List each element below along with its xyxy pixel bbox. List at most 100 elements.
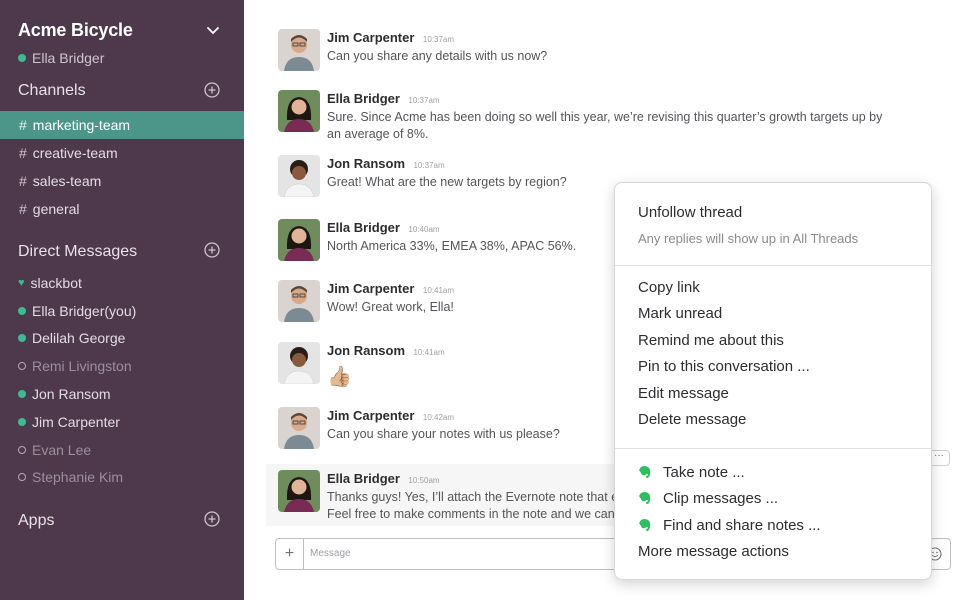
menu-mark-unread[interactable]: Mark unread [638,305,722,322]
message-body: Ella Bridger 10:37am Sure. Since Acme ha… [327,90,887,143]
channel-item-sales-team[interactable]: # sales-team [0,167,244,195]
message-author[interactable]: Ella Bridger [327,220,400,235]
message-timestamp[interactable]: 10:41am [423,286,454,295]
team-name[interactable]: Acme Bicycle [18,20,133,41]
message-actions-menu: Unfollow thread Any replies will show up… [614,182,932,580]
avatar[interactable] [278,29,320,71]
hash-icon: # [19,201,27,217]
add-app-icon[interactable] [204,511,220,527]
menu-unfollow-thread[interactable]: Unfollow thread [638,204,742,221]
direct-messages-section-title[interactable]: Direct Messages [18,243,137,261]
avatar[interactable] [278,155,320,197]
channel-label: sales-team [32,173,102,189]
menu-copy-link[interactable]: Copy link [638,279,700,296]
channel-item-marketing-team[interactable]: # marketing-team [0,111,244,139]
channel-label: general [32,201,80,217]
avatar[interactable] [278,407,320,449]
channel-item-general[interactable]: # general [0,195,244,223]
menu-clip-messages[interactable]: Clip messages ... [663,490,778,507]
app-window: Acme Bicycle Ella Bridger Channels # mar… [0,0,960,600]
current-user-name: Ella Bridger [32,50,105,66]
message-timestamp[interactable]: 10:37am [413,161,444,170]
menu-remind-me[interactable]: Remind me about this [638,332,784,349]
plus-icon[interactable]: + [276,539,304,569]
message-item[interactable]: Ella Bridger 10:37am Sure. Since Acme ha… [266,90,916,142]
dm-label: Evan Lee [32,441,92,458]
hash-icon: # [19,145,27,161]
message-author[interactable]: Jon Ransom [327,343,405,358]
presence-online-icon [18,54,26,62]
apps-section-title[interactable]: Apps [18,512,54,530]
message-author[interactable]: Jon Ransom [327,156,405,171]
avatar[interactable] [278,342,320,384]
dm-label: Delilah George [32,330,126,347]
presence-online-icon [18,306,26,315]
menu-take-note[interactable]: Take note ... [663,464,745,481]
menu-divider [615,265,931,266]
message-author[interactable]: Jim Carpenter [327,281,414,296]
presence-away-icon [18,362,26,371]
dm-label: Remi Livingston [32,358,132,375]
hash-icon: # [19,173,27,189]
presence-online-icon [18,334,26,343]
message-body: Jim Carpenter 10:37am Can you share any … [327,29,887,65]
message-text: Sure. Since Acme has been doing so well … [327,110,883,141]
dm-label: Jim Carpenter [32,413,120,430]
dm-item-stephanie-kim[interactable]: Stephanie Kim [0,464,244,492]
message-item[interactable]: Jim Carpenter 10:37am Can you share any … [266,29,916,77]
hash-icon: # [19,117,27,133]
presence-online-icon [18,390,26,399]
dm-item-remi-livingston[interactable]: Remi Livingston [0,352,244,380]
message-input[interactable]: Message [310,548,351,559]
add-channel-icon[interactable] [204,82,220,98]
message-author[interactable]: Ella Bridger [327,91,400,106]
message-text: Can you share any details with us now? [327,49,548,63]
dm-label: Stephanie Kim [32,469,124,486]
team-header[interactable]: Acme Bicycle Ella Bridger [18,20,228,68]
dm-item-jim-carpenter[interactable]: Jim Carpenter [0,408,244,436]
message-author[interactable]: Jim Carpenter [327,30,414,45]
message-timestamp[interactable]: 10:41am [413,348,444,357]
message-timestamp[interactable]: 10:42am [423,413,454,422]
avatar[interactable] [278,280,320,322]
avatar[interactable] [278,219,320,261]
dm-item-evan-lee[interactable]: Evan Lee [0,436,244,464]
evernote-icon [639,519,651,532]
dm-item-slackbot[interactable]: ♥ slackbot [0,269,244,297]
menu-delete-message[interactable]: Delete message [638,411,746,428]
avatar[interactable] [278,90,320,132]
message-timestamp[interactable]: 10:37am [408,96,439,105]
evernote-icon [639,466,651,479]
add-direct-message-icon[interactable] [204,242,220,258]
sidebar: Acme Bicycle Ella Bridger Channels # mar… [0,0,244,600]
menu-pin-to-conversation[interactable]: Pin to this conversation ... [638,358,810,375]
menu-more-message-actions[interactable]: More message actions [638,543,789,560]
menu-find-and-share-notes[interactable]: Find and share notes ... [663,517,821,534]
message-author[interactable]: Ella Bridger [327,471,400,486]
dm-label: Jon Ransom [32,386,111,403]
menu-unfollow-description: Any replies will show up in All Threads [638,231,859,246]
channel-item-creative-team[interactable]: # creative-team [0,139,244,167]
dm-label: Ella Bridger(you) [32,302,137,319]
menu-edit-message[interactable]: Edit message [638,385,729,402]
dm-label: slackbot [30,274,82,291]
avatar[interactable] [278,470,320,512]
message-timestamp[interactable]: 10:37am [423,35,454,44]
chevron-down-icon[interactable] [206,24,220,38]
message-timestamp[interactable]: 10:50am [408,476,439,485]
presence-online-icon [18,417,26,426]
channels-section-title[interactable]: Channels [18,82,86,100]
presence-away-icon [18,473,26,482]
message-author[interactable]: Jim Carpenter [327,408,414,423]
dm-item-delilah-george[interactable]: Delilah George [0,325,244,353]
channel-label: creative-team [32,145,118,161]
menu-divider [615,448,931,449]
channel-label: marketing-team [32,117,131,133]
current-user: Ella Bridger [18,50,104,66]
dm-item-ella-bridger[interactable]: Ella Bridger(you) [0,297,244,325]
direct-message-list: ♥ slackbot Ella Bridger(you) Delilah Geo… [0,269,244,491]
message-timestamp[interactable]: 10:40am [408,225,439,234]
dm-item-jon-ransom[interactable]: Jon Ransom [0,380,244,408]
channel-list: # marketing-team # creative-team # sales… [0,111,244,223]
heart-icon: ♥ [18,276,25,289]
